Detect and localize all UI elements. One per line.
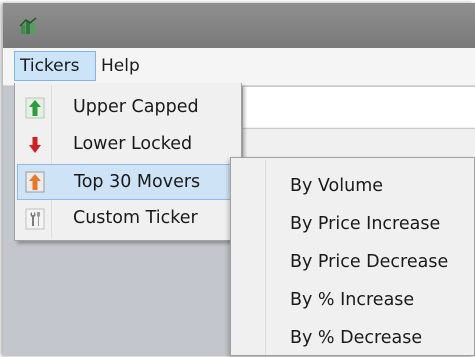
divider (243, 128, 475, 129)
menu-item-label: Custom Ticker (73, 208, 198, 228)
top-movers-submenu: By Volume By Price Increase By Price Dec… (230, 157, 475, 356)
wrench-icon (25, 208, 45, 230)
menu-item-label: Top 30 Movers (74, 172, 201, 192)
submenu-item-by-percent-decrease[interactable]: By % Decrease (233, 319, 473, 357)
menu-item-custom-ticker[interactable]: Custom Ticker (17, 201, 239, 237)
submenu-item-label: By % Decrease (290, 328, 423, 348)
menu-item-label: Upper Capped (73, 97, 199, 117)
submenu-item-by-volume[interactable]: By Volume (233, 167, 473, 205)
submenu-item-by-price-increase[interactable]: By Price Increase (233, 205, 473, 243)
menu-help[interactable]: Help (96, 51, 145, 81)
tickers-dropdown: Upper Capped Lower Locked Top 30 Movers … (14, 83, 242, 241)
top-movers-orange-icon (25, 171, 45, 193)
submenu-item-by-price-decrease[interactable]: By Price Decrease (233, 243, 473, 281)
submenu-item-by-percent-increase[interactable]: By % Increase (233, 281, 473, 319)
menu-item-top-30-movers[interactable]: Top 30 Movers (17, 164, 239, 200)
menu-item-lower-locked[interactable]: Lower Locked (17, 127, 239, 163)
submenu-item-label: By % Increase (290, 290, 415, 310)
submenu-item-label: By Volume (290, 176, 384, 196)
submenu-item-label: By Price Increase (290, 214, 441, 234)
menu-tickers[interactable]: Tickers (14, 51, 96, 81)
app-logo-icon (19, 17, 37, 34)
divider (243, 86, 475, 87)
arrow-up-green-icon (25, 97, 45, 119)
arrow-down-red-icon (29, 137, 41, 153)
menu-bar: Tickers Help (3, 48, 475, 86)
content-header (243, 87, 475, 127)
submenu-item-label: By Price Decrease (290, 252, 449, 272)
menu-item-label: Lower Locked (73, 134, 193, 154)
menu-item-upper-capped[interactable]: Upper Capped (17, 90, 239, 126)
title-bar[interactable] (3, 3, 475, 48)
